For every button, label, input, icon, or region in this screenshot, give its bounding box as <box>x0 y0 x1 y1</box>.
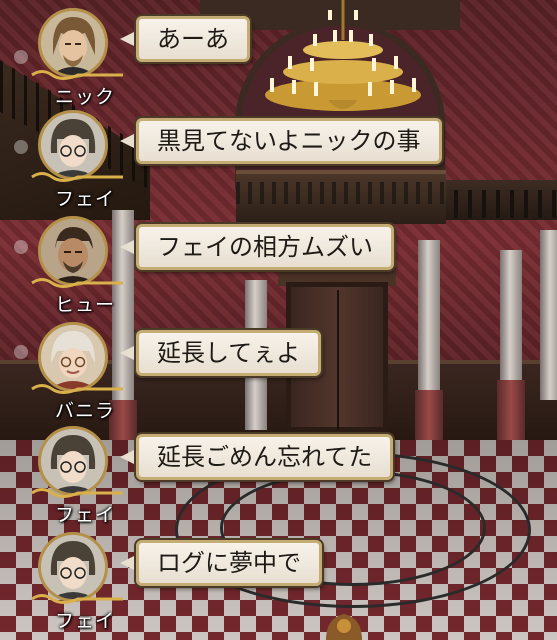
gold-scroll-icon <box>31 384 123 394</box>
message-bubble: フェイの相方ムズい <box>136 224 394 270</box>
chat-row: ニック あーあ <box>0 2 557 108</box>
message-bubble: 延長してぇよ <box>136 330 322 376</box>
gold-scroll-icon <box>31 594 123 604</box>
speaker-name: フェイ <box>54 504 115 526</box>
chat-row: ヒュー フェイの相方ムズい <box>0 210 557 316</box>
message-bubble: 延長ごめん忘れてた <box>136 434 394 480</box>
gold-scroll-icon <box>31 70 123 80</box>
message-bubble: ログに夢中で <box>136 540 322 586</box>
gold-scroll-icon <box>31 488 123 498</box>
message-bubble: 黒見てないよニックの事 <box>136 118 442 164</box>
speaker-name: ヒュー <box>54 294 115 316</box>
chat-row: フェイ 黒見てないよニックの事 <box>0 104 557 210</box>
speaker-name: フェイ <box>54 610 115 632</box>
speaker-name: フェイ <box>54 188 115 210</box>
gold-scroll-icon <box>31 278 123 288</box>
chat-log[interactable]: ニック あーあ フェイ 黒見てないよニックの事 ヒュー フェイの相方ムズい バニ… <box>0 0 557 640</box>
speaker-name: バニラ <box>54 400 115 422</box>
gold-scroll-icon <box>31 172 123 182</box>
chat-row: フェイ ログに夢中で <box>0 526 557 640</box>
chat-row: バニラ 延長してぇよ <box>0 316 557 422</box>
message-bubble: あーあ <box>136 16 250 62</box>
chat-row: フェイ 延長ごめん忘れてた <box>0 420 557 526</box>
